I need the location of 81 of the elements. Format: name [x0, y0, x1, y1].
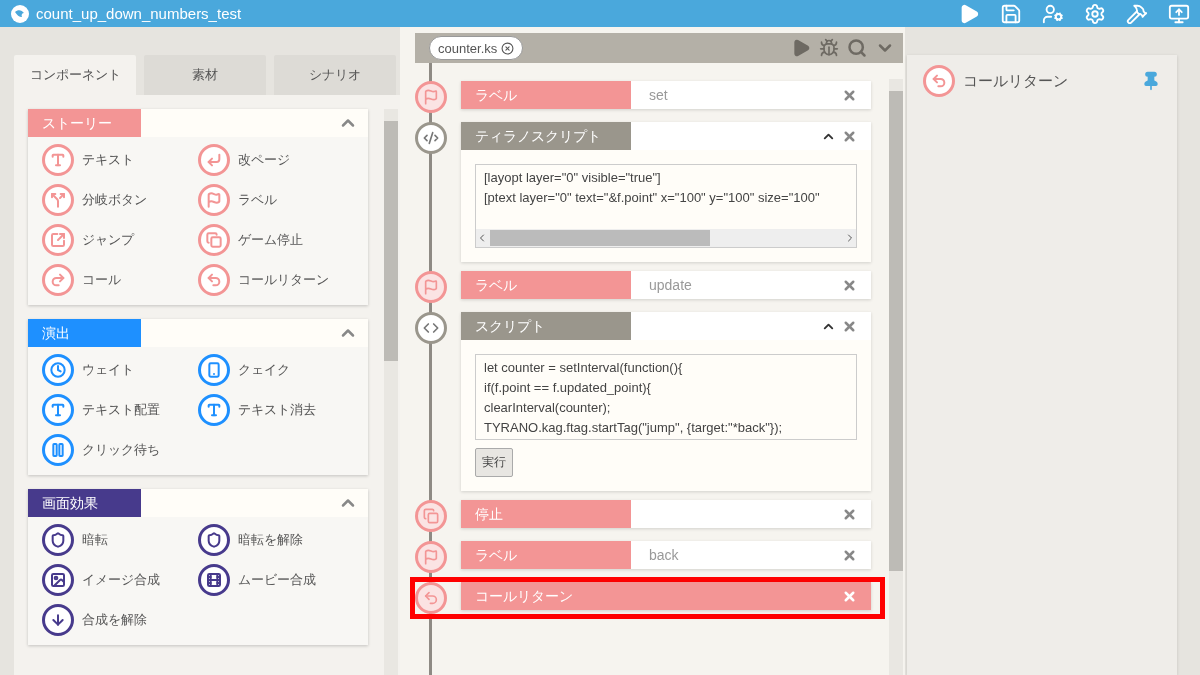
- file-tab[interactable]: counter.ks: [429, 36, 524, 60]
- component-label[interactable]: ラベル: [238, 191, 277, 209]
- code-field[interactable]: let counter = setInterval(function(){ if(f.point == f.updated_point){ clearInterval(counter); TYRANO.kag.ftag.startTag("jump", {target:"*back"});: [475, 354, 857, 440]
- scrollbar[interactable]: [889, 79, 903, 675]
- panel-tab[interactable]: シナリオ: [274, 55, 396, 95]
- text-icon[interactable]: [42, 394, 74, 426]
- scrollbar[interactable]: [476, 229, 856, 247]
- shield-icon[interactable]: [42, 524, 74, 556]
- component-label[interactable]: 暗転を解除: [238, 531, 303, 549]
- category-title: ストーリー: [28, 109, 141, 137]
- block-title: スクリプト: [461, 312, 631, 340]
- scrollbar[interactable]: [384, 109, 398, 675]
- user-gear-icon[interactable]: [1042, 2, 1064, 25]
- component-label[interactable]: イメージ合成: [82, 571, 160, 589]
- phone-icon[interactable]: [198, 354, 230, 386]
- node-flag-icon: [415, 541, 447, 573]
- component-label[interactable]: ムービー合成: [238, 571, 316, 589]
- component-label[interactable]: テキスト: [82, 151, 134, 169]
- close-icon[interactable]: [842, 128, 857, 144]
- node-flag-icon: [415, 271, 447, 303]
- code-line: [layopt layer="0" visible="true"]: [484, 169, 662, 187]
- node-windows-icon: [415, 500, 447, 532]
- play-icon[interactable]: [791, 38, 811, 58]
- block-title: ラベル: [461, 271, 631, 299]
- shield-icon[interactable]: [198, 524, 230, 556]
- code-line: let counter = setInterval(function(){: [484, 359, 684, 377]
- pin-icon[interactable]: [1141, 71, 1161, 91]
- panel-tab[interactable]: 素材: [144, 55, 266, 95]
- close-icon[interactable]: [842, 506, 857, 522]
- logo-icon: [10, 3, 30, 24]
- windows-icon[interactable]: [198, 224, 230, 256]
- component-label[interactable]: 改ページ: [238, 151, 290, 169]
- monitor-arrow-icon[interactable]: [1168, 2, 1190, 25]
- component-label[interactable]: クェイク: [238, 361, 290, 379]
- block-title: ラベル: [461, 541, 631, 569]
- component-label[interactable]: ジャンプ: [82, 231, 134, 249]
- component-label[interactable]: 分岐ボタン: [82, 191, 147, 209]
- properties-title: コールリターン: [963, 71, 1068, 91]
- component-label[interactable]: クリック待ち: [82, 441, 160, 459]
- text-icon[interactable]: [198, 394, 230, 426]
- file-name[interactable]: counter.ks: [438, 40, 498, 56]
- close-icon[interactable]: [842, 87, 857, 103]
- component-label[interactable]: テキスト配置: [82, 401, 160, 419]
- node-code-icon: [415, 312, 447, 344]
- node-flag-icon: [415, 81, 447, 113]
- block-title: ラベル: [461, 81, 631, 109]
- text-icon[interactable]: [42, 144, 74, 176]
- component-label[interactable]: ウェイト: [82, 361, 134, 379]
- bug-icon[interactable]: [819, 38, 839, 58]
- panel-tab[interactable]: コンポーネント: [14, 55, 136, 95]
- node-code-icon: [415, 122, 447, 154]
- close-icon[interactable]: [842, 318, 857, 334]
- pause-icon[interactable]: [42, 434, 74, 466]
- save-icon[interactable]: [1000, 2, 1022, 25]
- code-line: [ptext layer="0" text="&f.point" x="100" y="100" size="100": [484, 189, 821, 207]
- component-label[interactable]: コールリターン: [238, 271, 329, 289]
- component-label[interactable]: 合成を解除: [82, 611, 147, 629]
- component-label[interactable]: ゲーム停止: [238, 231, 303, 249]
- code-field[interactable]: [layopt layer="0" visible="true"] [ptext layer="0" text="&f.point" x="100" y="100" size="100": [475, 164, 857, 248]
- component-label[interactable]: テキスト消去: [238, 401, 316, 419]
- settings-icon[interactable]: [1084, 2, 1106, 25]
- block-title: 停止: [461, 500, 631, 528]
- close-icon[interactable]: [842, 547, 857, 563]
- category-title: 演出: [28, 319, 141, 347]
- component-label[interactable]: コール: [82, 271, 121, 289]
- component-label[interactable]: 暗転: [82, 531, 108, 549]
- image-icon[interactable]: [42, 564, 74, 596]
- film-icon[interactable]: [198, 564, 230, 596]
- code-line: TYRANO.kag.ftag.startTag("jump", {target:"*back"});: [484, 419, 784, 437]
- code-line: if(f.point == f.updated_point){: [484, 379, 652, 397]
- hammer-icon[interactable]: [1126, 2, 1148, 25]
- clock-icon[interactable]: [42, 354, 74, 386]
- close-icon[interactable]: [501, 41, 515, 55]
- window-title: count_up_down_numbers_test: [36, 5, 243, 22]
- category-title: 画面効果: [28, 489, 141, 517]
- close-icon[interactable]: [842, 277, 857, 293]
- block-title: ティラノスクリプト: [461, 122, 631, 150]
- code-line: clearInterval(counter);: [484, 399, 612, 417]
- run-button[interactable]: 実行: [475, 448, 513, 477]
- search-icon[interactable]: [847, 38, 867, 58]
- flag-icon[interactable]: [198, 184, 230, 216]
